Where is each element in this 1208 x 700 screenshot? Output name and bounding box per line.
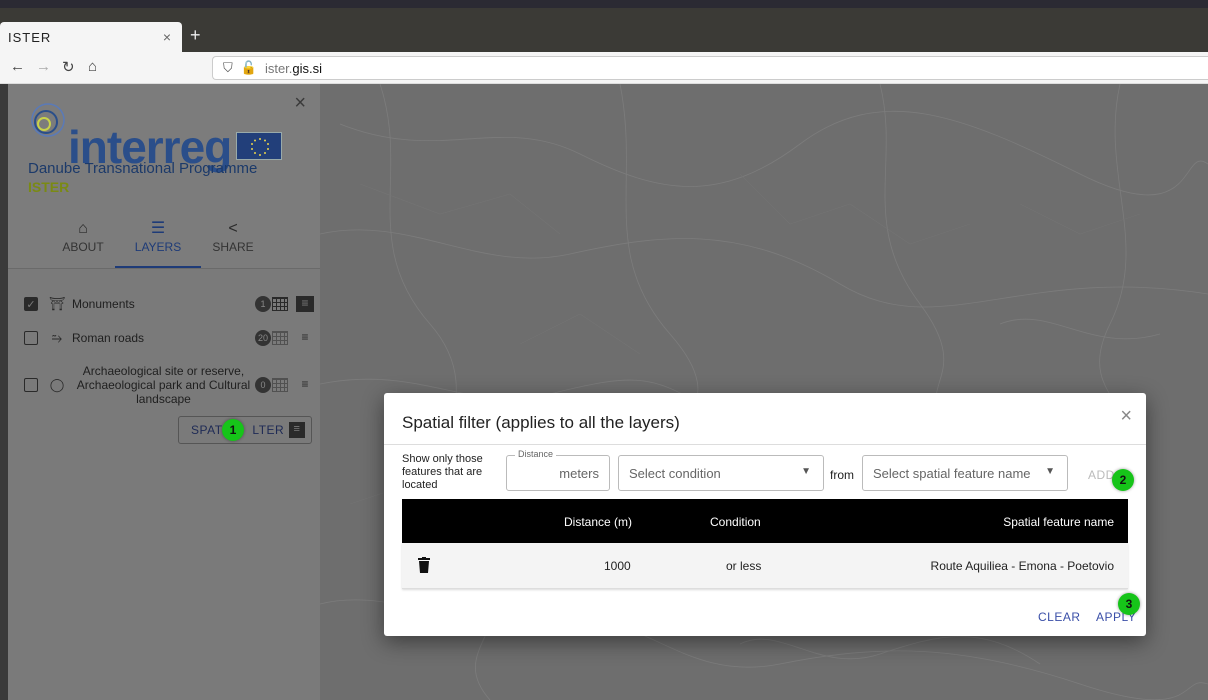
insecure-lock-icon[interactable]: 🔓 xyxy=(241,60,257,76)
reload-icon[interactable]: ↻ xyxy=(62,58,75,76)
shield-icon[interactable]: ⛉ xyxy=(223,60,233,76)
share-icon: < xyxy=(228,220,238,237)
eu-flag-icon xyxy=(236,132,282,160)
filter-icon: ≡ xyxy=(289,422,305,438)
filter-icon[interactable]: ≡ xyxy=(296,377,314,393)
layer-row-archaeological-site: ◯ Archaeological site or reserve, Archae… xyxy=(24,364,314,406)
row-condition: or less xyxy=(726,559,762,573)
url-bar[interactable]: ⛉ 🔓 ister. gis.si xyxy=(212,56,1208,80)
chevron-down-icon: ▼ xyxy=(1045,466,1055,477)
programme-name: Danube Transnational Programme xyxy=(28,160,258,177)
add-button[interactable]: ADD xyxy=(1088,468,1115,482)
sidebar-tabs: ⌂ ABOUT ☰ LAYERS < SHARE xyxy=(8,212,320,268)
site-outline-icon: ◯ xyxy=(49,377,65,392)
road-icon: ⥲ xyxy=(51,330,63,345)
tab-layers[interactable]: ☰ LAYERS xyxy=(115,212,201,268)
project-name: ISTER xyxy=(28,179,70,195)
layer-label: Monuments xyxy=(72,297,135,311)
annotation-marker-2: 2 xyxy=(1112,469,1134,491)
feature-placeholder: Select spatial feature name xyxy=(873,466,1031,481)
home-icon: ⌂ xyxy=(78,220,88,237)
browser-tab[interactable]: ISTER × xyxy=(0,22,182,52)
new-tab-icon[interactable]: + xyxy=(190,25,201,46)
layer-checkbox-monuments[interactable]: ✓ xyxy=(24,297,38,311)
layer-label: Roman roads xyxy=(72,331,145,345)
browser-tab-bar: ISTER × + xyxy=(0,8,1208,52)
spatial-filter-dialog: Spatial filter (applies to all the layer… xyxy=(384,393,1146,636)
table-grid-icon[interactable] xyxy=(272,378,288,392)
annotation-marker-1: 1 xyxy=(222,419,244,441)
distance-unit: meters xyxy=(559,466,599,481)
sidebar-panel: × interreg Danube Transnational Programm… xyxy=(8,84,320,700)
spatial-filter-label-end: LTER xyxy=(252,423,285,437)
feature-count-badge: 20 xyxy=(255,330,271,346)
feature-count-badge: 0 xyxy=(255,377,271,393)
layer-checkbox-archaeological-site[interactable] xyxy=(24,378,38,392)
monument-icon: ⛩ xyxy=(48,296,66,311)
spatial-filter-button[interactable]: SPATI LTER ≡ xyxy=(178,416,312,444)
feature-count-badge: 1 xyxy=(255,296,271,312)
tab-about-label: ABOUT xyxy=(62,240,104,254)
tab-layers-label: LAYERS xyxy=(134,240,182,254)
filter-icon[interactable]: ≡ xyxy=(296,296,314,312)
sidebar-header: × interreg Danube Transnational Programm… xyxy=(8,84,320,269)
tab-share[interactable]: < SHARE xyxy=(190,212,276,268)
tab-close-icon[interactable]: × xyxy=(163,29,172,45)
browser-tab-title: ISTER xyxy=(8,29,52,45)
table-row: 1000 or less Route Aquiliea - Emona - Po… xyxy=(402,543,1128,589)
window-titlebar xyxy=(0,0,1208,8)
row-distance: 1000 xyxy=(604,559,631,573)
filter-table-header: Distance (m) Condition Spatial feature n… xyxy=(402,499,1128,543)
layer-row-roman-roads: ⥲ Roman roads 20 ≡ xyxy=(24,330,314,346)
tab-about[interactable]: ⌂ ABOUT xyxy=(40,212,126,268)
filter-icon[interactable]: ≡ xyxy=(296,330,314,346)
forward-arrow-icon[interactable]: → xyxy=(36,58,51,75)
url-subdomain: ister. xyxy=(264,60,293,76)
layer-checkbox-roman-roads[interactable] xyxy=(24,331,38,345)
condition-placeholder: Select condition xyxy=(629,466,721,481)
from-label: from xyxy=(830,468,854,482)
clear-button[interactable]: CLEAR xyxy=(1038,610,1081,624)
close-icon[interactable]: × xyxy=(294,92,306,115)
column-header-feature: Spatial feature name xyxy=(1003,515,1114,529)
back-arrow-icon[interactable]: ← xyxy=(10,58,25,75)
trash-icon[interactable] xyxy=(418,557,430,573)
url-domain: gis.si xyxy=(292,60,323,76)
divider xyxy=(384,444,1146,445)
layer-row-monuments: ✓ ⛩ Monuments 1 ≡ xyxy=(24,296,314,312)
distance-input[interactable]: Distance meters xyxy=(506,449,610,491)
filter-description: Show only those features that are locate… xyxy=(402,453,483,491)
table-grid-icon[interactable] xyxy=(272,331,288,345)
layer-label: Archaeological site or reserve, Archaeol… xyxy=(76,364,251,406)
row-feature: Route Aquiliea - Emona - Poetovio xyxy=(930,559,1114,573)
distance-legend: Distance xyxy=(515,449,557,459)
table-grid-icon[interactable] xyxy=(272,297,288,311)
column-header-distance: Distance (m) xyxy=(564,515,633,529)
chevron-down-icon: ▼ xyxy=(801,466,811,477)
list-icon: ☰ xyxy=(150,220,166,237)
condition-select[interactable]: Select condition ▼ xyxy=(618,455,824,491)
dialog-title: Spatial filter (applies to all the layer… xyxy=(402,413,680,432)
close-icon[interactable]: × xyxy=(1120,405,1132,428)
spatial-feature-select[interactable]: Select spatial feature name ▼ xyxy=(862,455,1068,491)
tab-share-label: SHARE xyxy=(212,240,254,254)
browser-nav-bar: ← → ↻ ⌂ ⛉ 🔓 ister. gis.si xyxy=(0,52,1208,84)
home-icon[interactable]: ⌂ xyxy=(88,58,97,75)
column-header-condition: Condition xyxy=(710,515,761,529)
annotation-marker-3: 3 xyxy=(1118,593,1140,615)
